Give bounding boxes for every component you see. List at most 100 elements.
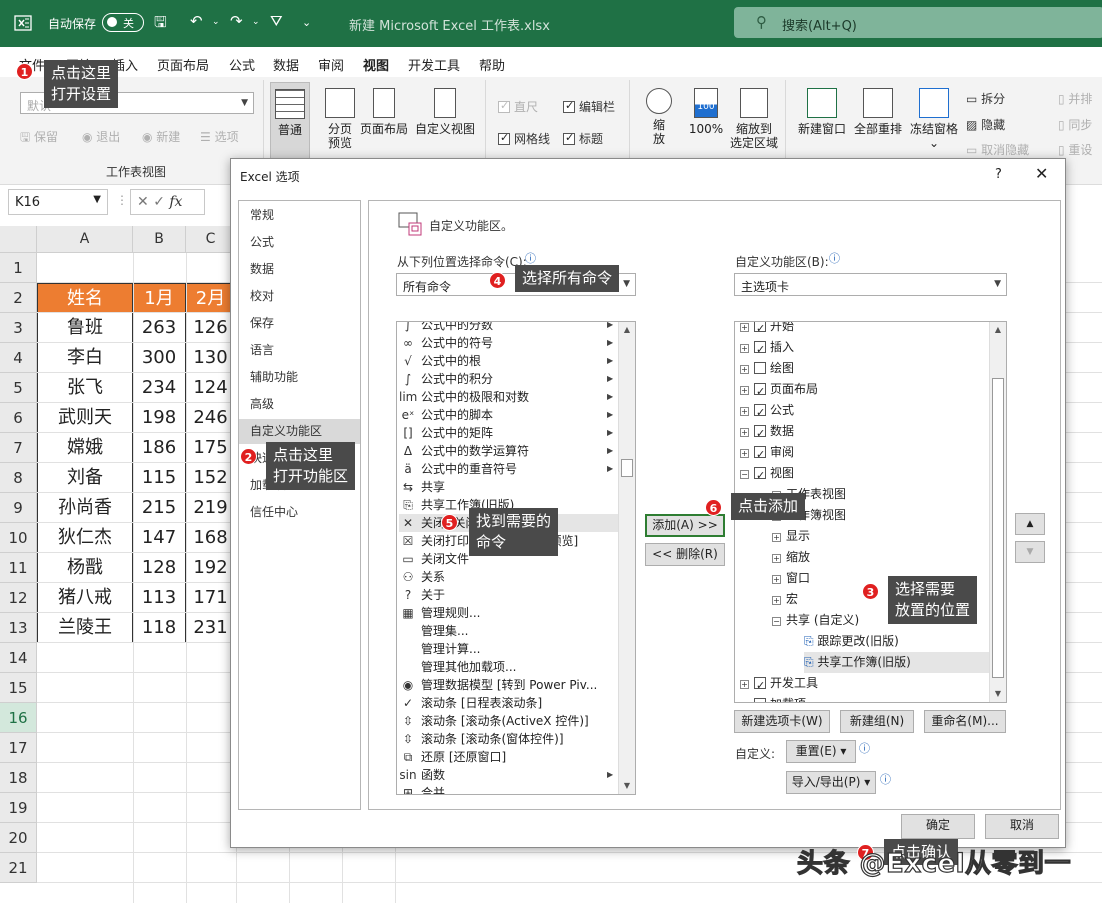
row-header[interactable]: 7 <box>0 433 37 463</box>
autosave-toggle[interactable]: 关 <box>102 13 144 32</box>
table-cell[interactable]: 186 <box>133 433 186 463</box>
command-item[interactable]: eˣ 公式中的脚本 ▶ <box>399 406 619 424</box>
split-button[interactable]: ▭ 拆分 <box>966 90 1005 107</box>
ribbon-tree-item[interactable]: ⎘ 跟踪更改(旧版) <box>804 631 990 652</box>
table-cell[interactable]: 128 <box>133 553 186 583</box>
table-cell[interactable]: 234 <box>133 373 186 403</box>
command-item[interactable]: ⚇ 关系 <box>399 568 619 586</box>
nav-item[interactable]: 校对 <box>239 284 360 309</box>
table-cell[interactable]: 杨戬 <box>37 553 133 583</box>
zoom-selection-button[interactable]: 缩放到 选定区域 <box>728 88 780 150</box>
command-item[interactable]: ∫ 公式中的分数 ▶ <box>399 322 619 334</box>
scroll-up-icon[interactable]: ▲ <box>990 322 1006 338</box>
row-header[interactable]: 19 <box>0 793 37 823</box>
nav-item[interactable]: 高级 <box>239 392 360 417</box>
normal-view-button[interactable]: 普通 <box>270 82 310 160</box>
row-header[interactable]: 16 <box>0 703 37 733</box>
column-header-c[interactable]: C <box>186 226 236 253</box>
table-cell[interactable]: 孙尚香 <box>37 493 133 523</box>
table-cell[interactable]: 219 <box>186 493 236 523</box>
nav-item[interactable]: 公式 <box>239 230 360 255</box>
scroll-down-icon[interactable]: ▼ <box>990 686 1006 702</box>
table-cell[interactable]: 171 <box>186 583 236 613</box>
table-cell[interactable]: 147 <box>133 523 186 553</box>
table-cell[interactable]: 115 <box>133 463 186 493</box>
expand-icon[interactable]: + <box>740 323 749 332</box>
column-header-b[interactable]: B <box>133 226 186 253</box>
expand-icon[interactable]: + <box>740 449 749 458</box>
checkbox-icon[interactable] <box>754 423 766 444</box>
collapse-icon[interactable]: − <box>772 617 781 626</box>
row-header[interactable]: 21 <box>0 853 37 883</box>
table-cell[interactable]: 刘备 <box>37 463 133 493</box>
command-item[interactable]: 管理计算... <box>399 640 619 658</box>
expand-icon[interactable]: + <box>740 407 749 416</box>
row-header[interactable]: 20 <box>0 823 37 853</box>
table-cell[interactable]: 152 <box>186 463 236 493</box>
command-item[interactable]: Δ 公式中的数学运算符 ▶ <box>399 442 619 460</box>
checkbox-icon[interactable] <box>754 381 766 402</box>
table-cell[interactable]: 武则天 <box>37 403 133 433</box>
reset-dropdown-button[interactable]: 重置(E) ▾ <box>786 740 856 763</box>
row-header[interactable]: 5 <box>0 373 37 403</box>
checkbox-icon[interactable] <box>754 322 766 339</box>
insert-function-button[interactable]: fx <box>169 194 182 210</box>
new-tab-button[interactable]: 新建选项卡(W) <box>734 710 830 733</box>
import-export-button[interactable]: 导入/导出(P) ▾ <box>786 771 876 794</box>
row-header[interactable]: 13 <box>0 613 37 643</box>
side-by-side-button[interactable]: ▯ 并排 <box>1058 90 1092 107</box>
tab-help[interactable]: 帮助 <box>479 55 505 74</box>
row-header[interactable]: 6 <box>0 403 37 433</box>
expand-icon[interactable]: + <box>740 428 749 437</box>
new-view-button[interactable]: ◉ 新建 <box>142 128 180 145</box>
page-break-button[interactable]: 分页 预览 <box>318 88 362 150</box>
ribbon-tree-item[interactable]: + 绘图 <box>740 358 990 379</box>
customize-qat-icon[interactable]: ⌄ <box>302 16 311 29</box>
row-header[interactable]: 12 <box>0 583 37 613</box>
nav-item[interactable]: 常规 <box>239 203 360 228</box>
collapse-icon[interactable]: − <box>740 470 749 479</box>
exit-button[interactable]: ◉ 退出 <box>82 128 120 145</box>
command-item[interactable]: ◉ 管理数据模型 [转到 Power Piv... <box>399 676 619 694</box>
row-header[interactable]: 11 <box>0 553 37 583</box>
command-item[interactable]: ▦ 管理规则... <box>399 604 619 622</box>
table-cell[interactable]: 李白 <box>37 343 133 373</box>
expand-icon[interactable]: + <box>772 533 781 542</box>
formula-bar-checkbox[interactable]: 编辑栏 <box>563 98 615 115</box>
move-up-button[interactable]: ▲ <box>1015 513 1045 535</box>
expand-icon[interactable]: + <box>740 365 749 374</box>
headings-checkbox[interactable]: 标题 <box>563 130 603 147</box>
command-item[interactable]: lim 公式中的极限和对数 ▶ <box>399 388 619 406</box>
column-header-a[interactable]: A <box>37 226 133 253</box>
keep-button[interactable]: 🖫 保留 <box>20 128 58 149</box>
table-cell[interactable]: 124 <box>186 373 236 403</box>
table-cell[interactable]: 192 <box>186 553 236 583</box>
ruler-checkbox[interactable]: 直尺 <box>498 98 538 115</box>
table-header-cell[interactable]: 姓名 <box>37 283 133 313</box>
row-header[interactable]: 4 <box>0 343 37 373</box>
move-down-button[interactable]: ▼ <box>1015 541 1045 563</box>
table-cell[interactable]: 张飞 <box>37 373 133 403</box>
checkbox-icon[interactable] <box>754 465 766 486</box>
ribbon-tree-item[interactable]: + 公式 <box>740 400 990 423</box>
zoom-button[interactable]: 缩 放 <box>644 88 674 146</box>
nav-item[interactable]: 保存 <box>239 311 360 336</box>
command-item[interactable]: ⇆ 共享 <box>399 478 619 496</box>
command-item[interactable]: ⧉ 还原 [还原窗口] <box>399 748 619 766</box>
unhide-button[interactable]: ▭ 取消隐藏 <box>966 141 1029 158</box>
reset-position-button[interactable]: ▯ 重设 <box>1058 141 1092 158</box>
table-cell[interactable]: 215 <box>133 493 186 523</box>
expand-icon[interactable]: + <box>772 596 781 605</box>
table-cell[interactable]: 狄仁杰 <box>37 523 133 553</box>
checkbox-icon[interactable] <box>754 339 766 360</box>
table-cell[interactable]: 130 <box>186 343 236 373</box>
table-cell[interactable]: 300 <box>133 343 186 373</box>
command-item[interactable]: ∞ 公式中的符号 ▶ <box>399 334 619 352</box>
tab-formulas[interactable]: 公式 <box>229 55 255 74</box>
command-item[interactable]: ä 公式中的重音符号 ▶ <box>399 460 619 478</box>
ok-button[interactable]: 确定 <box>901 814 975 839</box>
table-header-cell[interactable]: 1月 <box>133 283 186 313</box>
rename-button[interactable]: 重命名(M)... <box>924 710 1006 733</box>
ribbon-tree-item[interactable]: + 开始 <box>740 322 990 339</box>
select-all-corner[interactable] <box>0 226 37 253</box>
